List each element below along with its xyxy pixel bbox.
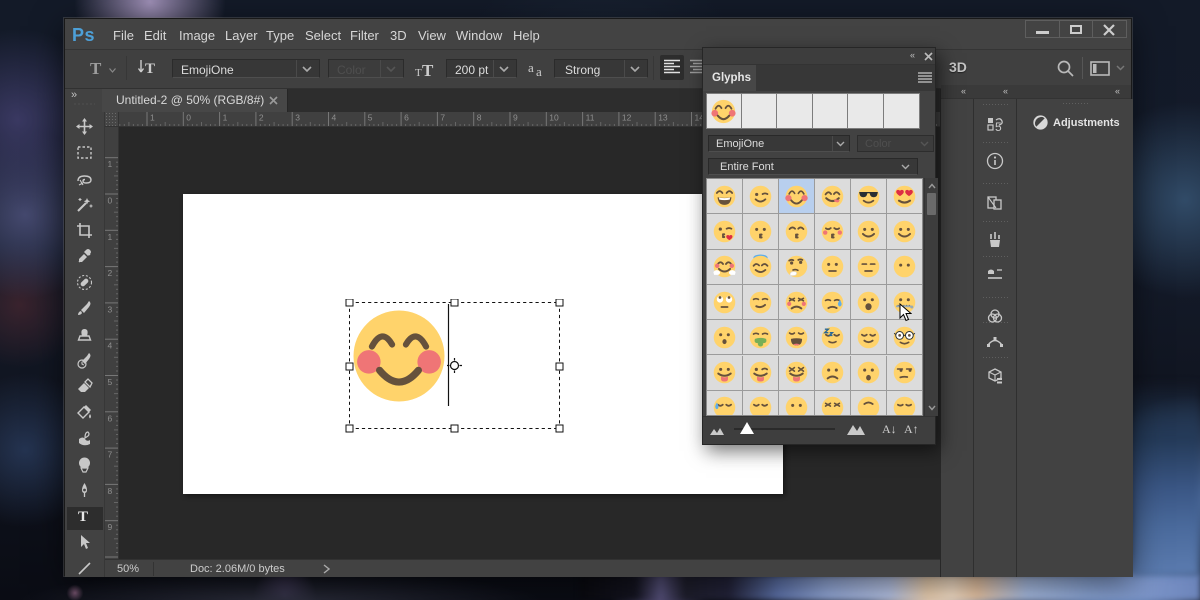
- svg-text:8: 8: [108, 486, 113, 496]
- svg-text:2: 2: [108, 268, 113, 278]
- svg-text:5: 5: [108, 377, 113, 387]
- svg-text:10: 10: [549, 113, 559, 123]
- svg-text:1: 1: [108, 159, 113, 169]
- svg-text:11: 11: [586, 113, 595, 123]
- svg-text:T: T: [422, 61, 434, 79]
- svg-text:2: 2: [259, 113, 264, 123]
- svg-text:T: T: [415, 67, 422, 79]
- svg-text:7: 7: [108, 450, 113, 460]
- svg-text:8: 8: [477, 113, 482, 123]
- svg-text:5: 5: [368, 113, 373, 123]
- svg-text:5: 5: [995, 120, 1002, 134]
- svg-text:7: 7: [440, 113, 445, 123]
- svg-text:a: a: [528, 60, 534, 75]
- svg-text:3: 3: [295, 113, 300, 123]
- svg-text:9: 9: [513, 113, 518, 123]
- svg-text:0: 0: [186, 113, 191, 123]
- svg-text:6: 6: [108, 413, 113, 423]
- svg-text:0: 0: [108, 196, 113, 206]
- svg-text:a: a: [536, 64, 542, 78]
- svg-text:4: 4: [108, 341, 113, 351]
- svg-text:1: 1: [108, 232, 113, 242]
- svg-text:3: 3: [108, 304, 113, 314]
- svg-text:6: 6: [404, 113, 409, 123]
- svg-text:13: 13: [658, 113, 668, 123]
- svg-text:9: 9: [108, 522, 113, 532]
- svg-text:12: 12: [622, 113, 632, 123]
- svg-text:1: 1: [223, 113, 228, 123]
- svg-text:1: 1: [150, 113, 155, 123]
- svg-text:4: 4: [332, 113, 337, 123]
